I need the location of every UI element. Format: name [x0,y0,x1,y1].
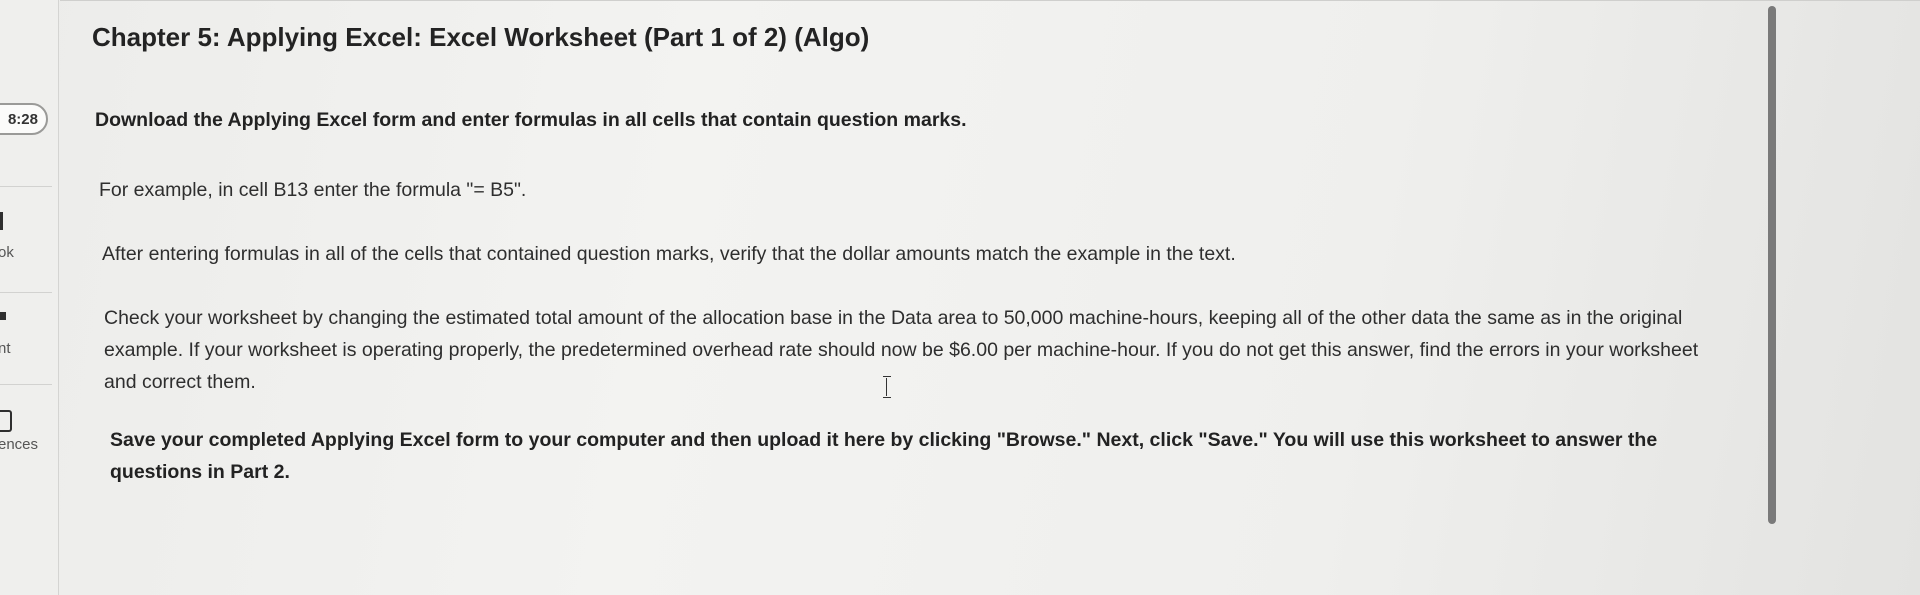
scrollbar[interactable] [1768,6,1776,524]
sidebar-divider [0,186,52,187]
instruction-save: Save your completed Applying Excel form … [110,429,1658,483]
references-icon [0,410,12,432]
instruction-download: Download the Applying Excel form and ent… [95,109,967,131]
timer-badge[interactable]: 8:28 [0,103,48,135]
timer-text: 8:28 [7,110,38,128]
instruction-verify: After entering formulas in all of the ce… [102,243,1236,265]
instruction-check: Check your worksheet by changing the est… [104,307,1699,393]
text-cursor-icon [882,376,892,398]
book-icon [0,212,3,230]
instruction-example: For example, in cell B13 enter the formu… [99,179,527,201]
top-border [60,0,1920,1]
sidebar-item-print[interactable]: nt [0,340,11,357]
sidebar-item-references[interactable]: ences [0,436,38,453]
sidebar-divider [0,384,52,385]
page-title: Chapter 5: Applying Excel: Excel Workshe… [92,22,870,52]
sidebar-divider [0,292,52,293]
left-sidebar: 8:28 ok nt ences [0,0,59,595]
print-icon [0,312,6,320]
sidebar-item-ebook[interactable]: ok [0,244,14,261]
